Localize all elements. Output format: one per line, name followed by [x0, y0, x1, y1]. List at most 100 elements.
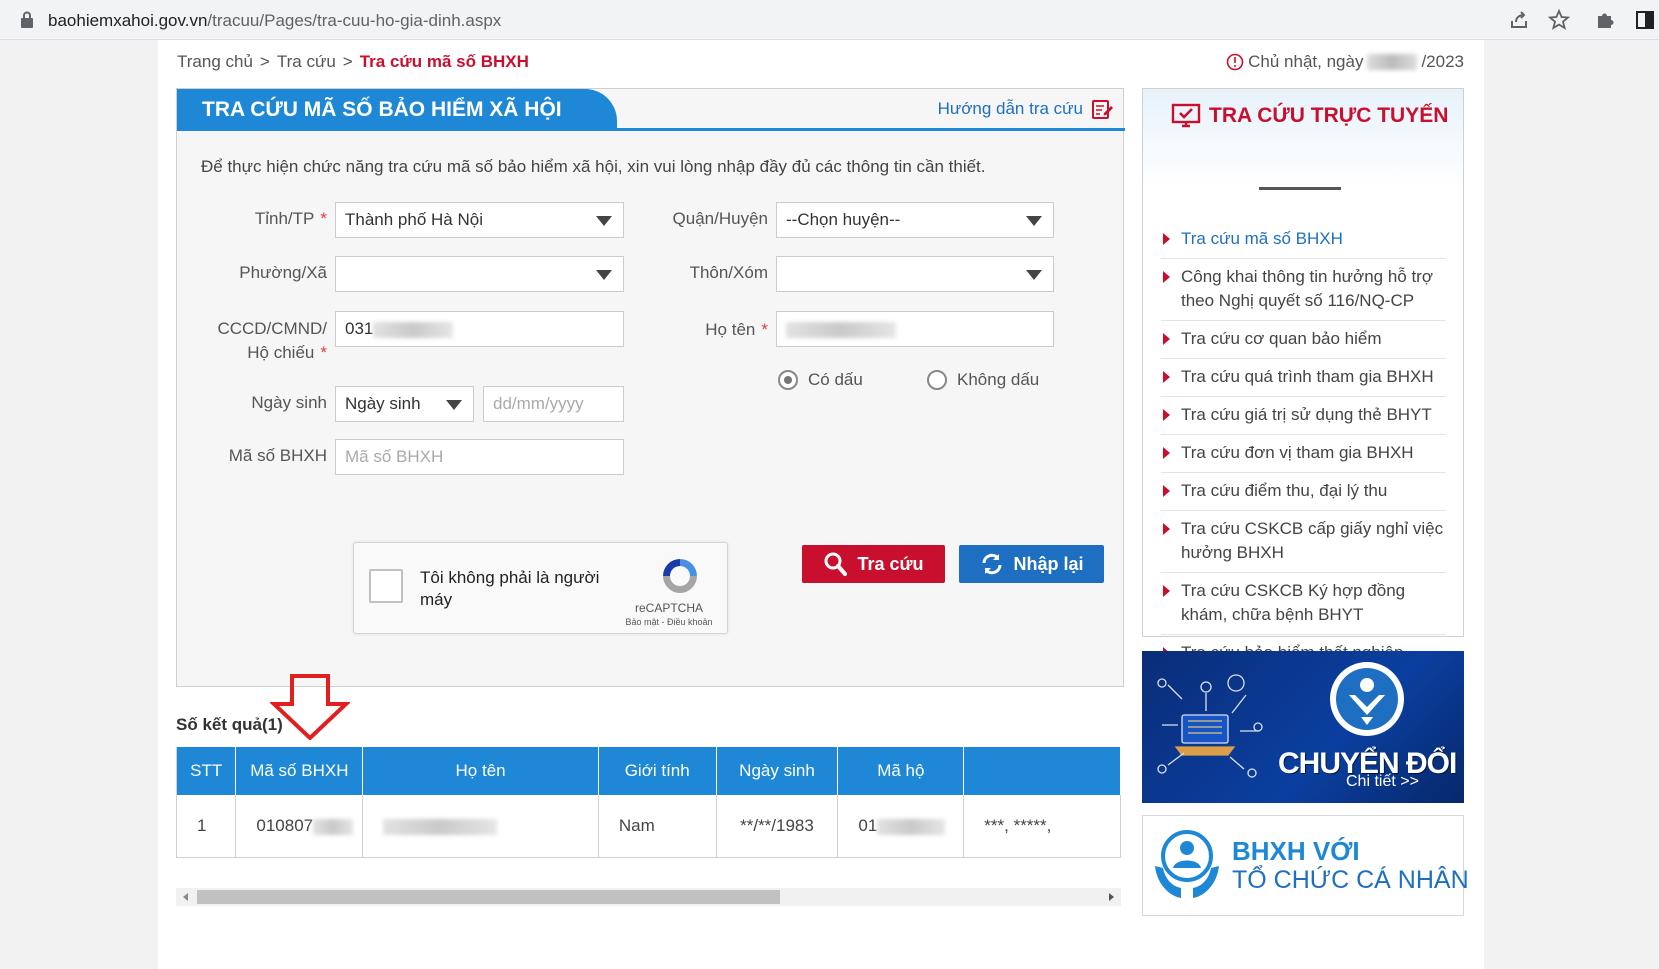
- column-header: [963, 747, 1121, 795]
- name-redacted: [383, 818, 498, 835]
- lock-icon: [21, 11, 33, 28]
- result-table: STT Mã số BHXH Họ tên Giới tính Ngày sin…: [176, 747, 1121, 858]
- horizontal-scrollbar[interactable]: [176, 888, 1121, 906]
- sidebar-item-the-bhyt[interactable]: Tra cứu giá trị sử dụng thẻ BHYT: [1161, 397, 1446, 435]
- recaptcha-brand: reCAPTCHA: [634, 601, 703, 615]
- province-label: Tỉnh/TP *: [254, 209, 327, 228]
- org-banner-line2: TỔ CHỨC CÁ NHÂN: [1232, 866, 1469, 894]
- digital-banner-more-link[interactable]: Chi tiết >>: [1346, 773, 1419, 791]
- search-button[interactable]: Tra cứu: [802, 545, 945, 583]
- breadcrumb-section[interactable]: Tra cứu: [277, 52, 336, 71]
- fullname-input[interactable]: [776, 311, 1054, 347]
- reset-button[interactable]: Nhập lại: [959, 545, 1104, 583]
- digital-transformation-banner[interactable]: CHUYỂN ĐỔI SỐ Chi tiết >>: [1142, 651, 1464, 803]
- village-label: Thôn/Xóm: [689, 263, 768, 282]
- people-care-icon: [1155, 830, 1219, 898]
- recaptcha-widget: Tôi không phải là người máy reCAPTCHA Bả…: [353, 542, 728, 634]
- radio-no-accent[interactable]: Không dấu: [927, 370, 1039, 390]
- cell-gender: Nam: [598, 795, 717, 857]
- ssn-redacted: [313, 818, 354, 835]
- form-header: TRA CỨU MÃ SỐ BẢO HIỂM XÃ HỘI Hướng dẫn …: [177, 89, 1125, 131]
- chevron-down-icon: [1026, 270, 1042, 280]
- table-row: 1 010807 Nam **/**/1983 01 ***, *****,: [177, 795, 1121, 857]
- result-count: Số kết quả(1): [176, 715, 283, 734]
- sidebar-title: TRA CỨU TRỰC TUYẾN: [1171, 103, 1448, 129]
- id-redacted: [373, 321, 454, 338]
- address-url[interactable]: baohiemxahoi.gov.vn/tracuu/Pages/tra-cuu…: [48, 11, 501, 31]
- breadcrumb-home[interactable]: Trang chủ: [177, 52, 253, 71]
- id-number-input[interactable]: 031: [335, 311, 624, 347]
- sidebar-menu: Tra cứu mã số BHXH Công khai thông tin h…: [1161, 221, 1446, 672]
- dob-label: Ngày sinh: [251, 393, 327, 412]
- date-redacted: [1367, 54, 1418, 70]
- refresh-icon: [982, 553, 1002, 575]
- column-header: Họ tên: [362, 747, 599, 795]
- fullname-label: Họ tên *: [705, 320, 768, 339]
- page-content: Trang chủ > Tra cứu > Tra cứu mã số BHXH Chủ…: [158, 40, 1484, 969]
- monitor-check-icon: [1171, 103, 1201, 128]
- org-banner-line1: BHXH VỚI: [1232, 836, 1360, 866]
- bhxh-organization-banner[interactable]: BHXH VỚI TỔ CHỨC CÁ NHÂN: [1142, 815, 1469, 916]
- dob-type-select[interactable]: Ngày sinh: [335, 386, 474, 422]
- ssn-label: Mã số BHXH: [228, 446, 327, 465]
- scroll-right-icon[interactable]: [1109, 893, 1114, 901]
- form-title: TRA CỨU MÃ SỐ BẢO HIỂM XÃ HỘI: [177, 89, 617, 131]
- table-header-row: STT Mã số BHXH Họ tên Giới tính Ngày sin…: [177, 747, 1121, 795]
- province-select[interactable]: Thành phố Hà Nội: [335, 202, 624, 238]
- sidebar-item-co-quan-bao-hiem[interactable]: Tra cứu cơ quan bảo hiểm: [1161, 321, 1446, 359]
- name-redacted: [786, 321, 896, 338]
- sidebar-item-diem-thu[interactable]: Tra cứu điểm thu, đại lý thu: [1161, 473, 1446, 511]
- vss-logo-icon: [1330, 662, 1404, 736]
- chevron-down-icon: [446, 400, 462, 410]
- side-panel-icon[interactable]: [1634, 9, 1656, 31]
- share-icon[interactable]: [1508, 9, 1530, 31]
- sidebar-item-don-vi-tham-gia[interactable]: Tra cứu đơn vị tham gia BHXH: [1161, 435, 1446, 473]
- guide-link[interactable]: Hướng dẫn tra cứu: [938, 98, 1113, 120]
- column-header: Mã hộ: [837, 747, 965, 795]
- scroll-left-icon[interactable]: [183, 893, 188, 901]
- breadcrumb: Trang chủ > Tra cứu > Tra cứu mã số BHXH: [177, 52, 529, 71]
- breadcrumb-current: Tra cứu mã số BHXH: [359, 52, 529, 71]
- sidebar-item-cskcb-hop-dong[interactable]: Tra cứu CSKCB Ký hợp đồng khám, chữa bện…: [1161, 573, 1446, 635]
- chevron-down-icon: [596, 216, 612, 226]
- recaptcha-links[interactable]: Bảo mật - Điều khoản: [616, 617, 722, 627]
- sidebar-online-lookup: TRA CỨU TRỰC TUYẾN Tra cứu mã số BHXH Cô…: [1142, 88, 1464, 662]
- sidebar-item-qua-trinh-tham-gia[interactable]: Tra cứu quá trình tham gia BHXH: [1161, 359, 1446, 397]
- red-arrow-annotation-icon: [270, 674, 350, 740]
- search-form-panel: TRA CỨU MÃ SỐ BẢO HIỂM XÃ HỘI Hướng dẫn …: [176, 88, 1125, 687]
- column-header: Ngày sinh: [716, 747, 839, 795]
- scroll-thumb[interactable]: [197, 890, 780, 904]
- sidebar-item-ma-so-bhxh[interactable]: Tra cứu mã số BHXH: [1161, 221, 1446, 259]
- recaptcha-checkbox[interactable]: [369, 569, 403, 603]
- district-select[interactable]: --Chọn huyện--: [776, 202, 1054, 238]
- column-header: Mã số BHXH: [235, 747, 364, 795]
- cell-name: [362, 795, 599, 857]
- form-intro: Để thực hiện chức năng tra cứu mã số bảo…: [201, 157, 986, 176]
- ssn-input[interactable]: Mã số BHXH: [335, 439, 624, 475]
- district-label: Quận/Huyện: [672, 209, 768, 228]
- cell-address: ***, *****,: [963, 795, 1121, 857]
- village-select[interactable]: [776, 256, 1054, 292]
- recaptcha-text: Tôi không phải là người máy: [420, 568, 600, 609]
- extensions-icon[interactable]: [1594, 9, 1616, 31]
- sidebar-item-cskcb-nghi-viec[interactable]: Tra cứu CSKCB cấp giấy nghỉ việc hưởng B…: [1161, 511, 1446, 573]
- radio-checked-icon[interactable]: [778, 370, 798, 390]
- column-header: STT: [177, 747, 237, 795]
- tech-circuit-icon: [1157, 674, 1263, 778]
- dob-input[interactable]: dd/mm/yyyy: [483, 386, 624, 422]
- radio-accent[interactable]: Có dấu: [778, 370, 863, 390]
- sidebar-item-nq-116[interactable]: Công khai thông tin hưởng hỗ trợ theo Ng…: [1161, 259, 1446, 321]
- recaptcha-logo-icon: [663, 559, 697, 593]
- divider: [1259, 187, 1341, 190]
- household-redacted: [877, 818, 946, 835]
- edit-document-icon: [1092, 100, 1113, 119]
- current-date: Chủ nhật, ngày /2023: [1226, 52, 1464, 72]
- browser-address-bar: baohiemxahoi.gov.vn/tracuu/Pages/tra-cuu…: [0, 0, 1659, 40]
- chevron-down-icon: [1026, 216, 1042, 226]
- ward-select[interactable]: [335, 256, 624, 292]
- cell-stt: 1: [177, 795, 237, 857]
- cell-ssn: 010807: [235, 795, 364, 857]
- radio-unchecked-icon[interactable]: [927, 370, 947, 390]
- search-icon: [824, 552, 848, 576]
- bookmark-star-icon[interactable]: [1548, 9, 1570, 31]
